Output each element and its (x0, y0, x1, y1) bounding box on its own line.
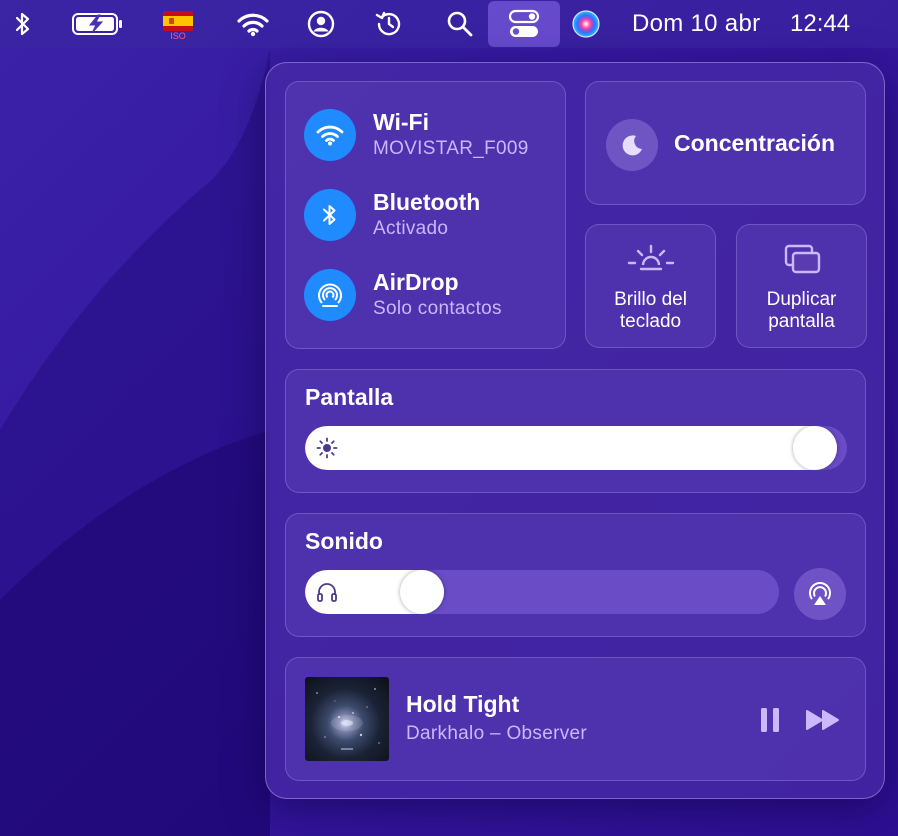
sound-title: Sonido (305, 528, 383, 554)
focus-label: Concentración (674, 130, 836, 156)
airdrop-row[interactable]: AirDrop Solo contactos (304, 269, 502, 321)
menubar-date[interactable]: Dom 10 abr (632, 0, 760, 48)
album-artwork[interactable] (305, 677, 389, 761)
spain-flag-icon[interactable]: ISO (160, 0, 196, 48)
pause-icon[interactable] (756, 705, 784, 735)
display-brightness-knob[interactable] (793, 426, 837, 470)
display-tile: Pantalla (285, 369, 866, 493)
airplay-audio-icon[interactable] (794, 568, 846, 620)
bluetooth-icon[interactable] (304, 189, 356, 241)
airdrop-status: Solo contactos (373, 298, 502, 319)
screen-mirroring-icon (737, 243, 866, 277)
airdrop-icon[interactable] (304, 269, 356, 321)
focus-tile[interactable]: Concentración (585, 81, 866, 205)
wifi-icon[interactable] (234, 0, 272, 48)
connectivity-tile: Wi-Fi MOVISTAR_F009 Bluetooth Activado A… (285, 81, 566, 349)
time-machine-icon[interactable] (372, 0, 406, 48)
volume-slider[interactable] (305, 570, 779, 614)
bluetooth-status: Activado (373, 218, 449, 239)
search-icon[interactable] (444, 0, 476, 48)
screen-mirroring-tile[interactable]: Duplicar pantalla (736, 224, 867, 348)
sound-tile: Sonido (285, 513, 866, 637)
display-brightness-slider[interactable] (305, 426, 847, 470)
fast-forward-icon[interactable] (803, 705, 843, 735)
airdrop-title: AirDrop (373, 269, 459, 295)
track-artist-album: Darkhalo – Observer (406, 723, 587, 744)
control-center-icon[interactable] (488, 1, 560, 47)
control-center-panel: Wi-Fi MOVISTAR_F009 Bluetooth Activado A… (265, 62, 885, 799)
now-playing-tile[interactable]: Hold Tight Darkhalo – Observer (285, 657, 866, 781)
display-brightness-fill (305, 426, 837, 470)
headphones-icon (317, 583, 337, 602)
keyboard-layout-label: ISO (170, 31, 186, 41)
battery-charging-icon[interactable] (70, 0, 126, 48)
wifi-icon[interactable] (304, 109, 356, 161)
wifi-row[interactable]: Wi-Fi MOVISTAR_F009 (304, 109, 529, 161)
user-icon[interactable] (304, 0, 338, 48)
track-title: Hold Tight (406, 691, 520, 717)
menubar-time[interactable]: 12:44 (790, 0, 850, 48)
volume-knob[interactable] (400, 570, 444, 614)
wifi-network-name: MOVISTAR_F009 (373, 138, 529, 159)
menu-bar: ISO Dom 10 abr 12:44 (0, 0, 898, 48)
bluetooth-title: Bluetooth (373, 189, 481, 215)
keyboard-brightness-tile[interactable]: Brillo del teclado (585, 224, 716, 348)
siri-icon[interactable] (570, 0, 602, 48)
moon-icon (606, 119, 658, 171)
keyboard-brightness-label: Brillo del teclado (614, 289, 687, 332)
display-title: Pantalla (305, 384, 394, 410)
sun-icon (316, 437, 338, 459)
wifi-title: Wi-Fi (373, 109, 429, 135)
bluetooth-row[interactable]: Bluetooth Activado (304, 189, 480, 241)
keyboard-brightness-icon (586, 243, 715, 275)
screen-mirroring-label: Duplicar pantalla (766, 289, 837, 332)
bluetooth-icon[interactable] (8, 0, 38, 48)
